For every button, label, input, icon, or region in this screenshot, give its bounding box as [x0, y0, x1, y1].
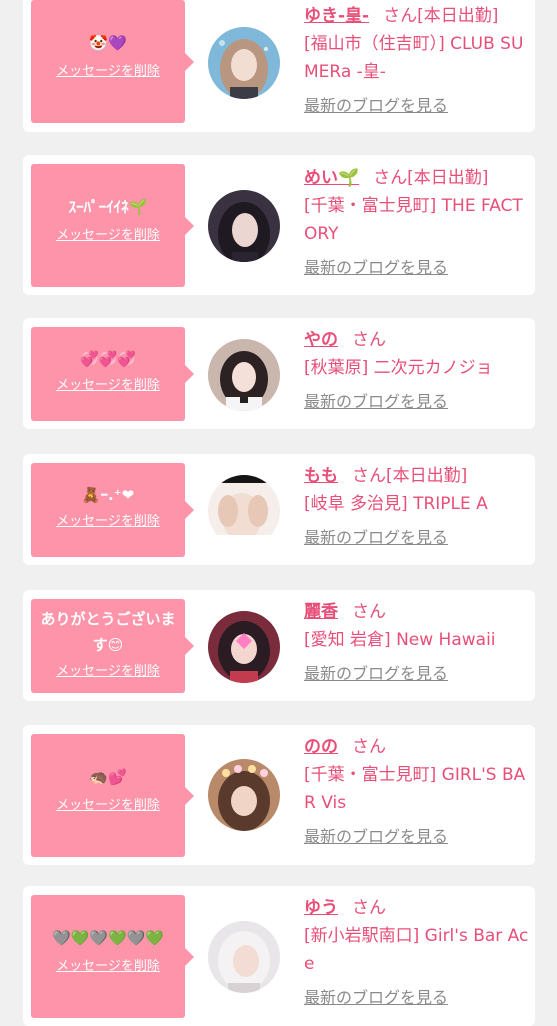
cast-name-link[interactable]: のの	[304, 737, 338, 757]
cast-name-link[interactable]: めい🌱	[304, 168, 359, 188]
message-text: 🦔💕	[89, 768, 127, 786]
message-text: 💞💞💞	[79, 350, 137, 368]
message-card: 🤡💜 メッセージを削除 ゆき-皇- さん[本日出勤] [福山市（住吉町）] CLU…	[23, 0, 535, 132]
message-bubble: 🦔💕 メッセージを削除	[31, 734, 194, 857]
honorific: さん	[383, 6, 418, 26]
avatar-image	[208, 475, 280, 547]
cast-name-link[interactable]: ゆう	[304, 898, 338, 918]
status-label: [本日出勤]	[417, 6, 499, 26]
avatar-image	[208, 339, 280, 411]
cast-name-link[interactable]: ゆき-皇-	[304, 6, 369, 26]
cast-info: やの さん [秋葉原] 二次元カノジョ 最新のブログを見る	[304, 326, 532, 416]
cast-info: もも さん[本日出勤] [岐阜 多治見] TRIPLE A 最新のブログを見る	[304, 462, 532, 552]
delete-message-link[interactable]: メッセージを削除	[31, 955, 185, 974]
shop-name: [秋葉原] 二次元カノジョ	[304, 358, 493, 378]
message-card: 🧸ｰ.⁺❤ メッセージを削除 もも さん[本日出勤] [岐阜 多治見] TRIPL…	[23, 454, 535, 565]
message-card: 🩶💚🩶💚🩶💚 メッセージを削除 ゆう さん [新小岩駅南口] Girl's Bar…	[23, 886, 535, 1026]
cast-info: ゆう さん [新小岩駅南口] Girl's Bar Ace 最新のブログを見る	[304, 894, 532, 1012]
message-text: 🧸ｰ.⁺❤	[81, 486, 135, 504]
message-bubble: ありがとうございます😊 メッセージを削除	[31, 599, 194, 693]
avatar-image	[208, 921, 280, 993]
delete-message-link[interactable]: メッセージを削除	[31, 60, 185, 79]
honorific: さん	[352, 330, 386, 350]
avatar[interactable]	[208, 921, 280, 993]
cast-name-link[interactable]: もも	[304, 466, 338, 486]
avatar-image	[208, 611, 280, 683]
honorific: さん	[352, 898, 386, 918]
shop-name: [新小岩駅南口] Girl's Bar Ace	[304, 926, 529, 974]
honorific: さん	[352, 602, 386, 622]
latest-blog-link[interactable]: 最新のブログを見る	[304, 254, 448, 282]
delete-message-link[interactable]: メッセージを削除	[31, 794, 185, 813]
cast-info: めい🌱 さん[本日出勤] [千葉・富士見町] THE FACTORY 最新のブログ…	[304, 164, 532, 282]
latest-blog-link[interactable]: 最新のブログを見る	[304, 823, 448, 851]
latest-blog-link[interactable]: 最新のブログを見る	[304, 92, 448, 120]
latest-blog-link[interactable]: 最新のブログを見る	[304, 660, 448, 688]
message-card: ｽｰﾊﾟｰｲｲﾈ🌱 メッセージを削除 めい🌱 さん[本日出勤] [千葉・富士見町]…	[23, 155, 535, 295]
avatar[interactable]	[208, 27, 280, 99]
cast-name-link[interactable]: 麗香	[304, 602, 338, 622]
avatar[interactable]	[208, 475, 280, 547]
shop-name: [千葉・富士見町] GIRL'S BAR Vis	[304, 765, 526, 813]
message-bubble: 💞💞💞 メッセージを削除	[31, 327, 194, 421]
delete-message-link[interactable]: メッセージを削除	[31, 224, 185, 243]
message-text: ｽｰﾊﾟｰｲｲﾈ🌱	[68, 198, 148, 216]
message-text: ありがとうございます😊	[40, 610, 176, 654]
avatar[interactable]	[208, 611, 280, 683]
latest-blog-link[interactable]: 最新のブログを見る	[304, 984, 448, 1012]
shop-name: [福山市（住吉町）] CLUB SUMERa -皇-	[304, 34, 524, 82]
message-card: ありがとうございます😊 メッセージを削除 麗香 さん [愛知 岩倉] New Ha…	[23, 590, 535, 701]
cast-name-link[interactable]: やの	[304, 330, 338, 350]
avatar[interactable]	[208, 190, 280, 262]
honorific: さん	[352, 466, 386, 486]
status-label: [本日出勤]	[407, 168, 489, 188]
message-bubble: 🤡💜 メッセージを削除	[31, 0, 194, 123]
message-bubble: ｽｰﾊﾟｰｲｲﾈ🌱 メッセージを削除	[31, 164, 194, 287]
status-label: [本日出勤]	[386, 466, 468, 486]
message-card: 💞💞💞 メッセージを削除 やの さん [秋葉原] 二次元カノジョ 最新のブログを見…	[23, 318, 535, 429]
avatar-image	[208, 27, 280, 99]
delete-message-link[interactable]: メッセージを削除	[31, 374, 185, 393]
cast-info: 麗香 さん [愛知 岩倉] New Hawaii 最新のブログを見る	[304, 598, 532, 688]
shop-name: [愛知 岩倉] New Hawaii	[304, 630, 496, 650]
message-card: 🦔💕 メッセージを削除 のの さん [千葉・富士見町] GIRL'S BAR Vi…	[23, 725, 535, 865]
cast-info: のの さん [千葉・富士見町] GIRL'S BAR Vis 最新のブログを見る	[304, 733, 532, 851]
shop-name: [岐阜 多治見] TRIPLE A	[304, 494, 488, 514]
latest-blog-link[interactable]: 最新のブログを見る	[304, 388, 448, 416]
avatar[interactable]	[208, 339, 280, 411]
honorific: さん	[352, 737, 386, 757]
honorific: さん	[373, 168, 408, 188]
delete-message-link[interactable]: メッセージを削除	[31, 510, 185, 529]
avatar-image	[208, 190, 280, 262]
message-text: 🩶💚🩶💚🩶💚	[51, 929, 165, 947]
avatar-image	[208, 759, 280, 831]
latest-blog-link[interactable]: 最新のブログを見る	[304, 524, 448, 552]
delete-message-link[interactable]: メッセージを削除	[31, 660, 185, 679]
cast-info: ゆき-皇- さん[本日出勤] [福山市（住吉町）] CLUB SUMERa -皇-…	[304, 2, 532, 120]
shop-name: [千葉・富士見町] THE FACTORY	[304, 196, 523, 244]
message-bubble: 🧸ｰ.⁺❤ メッセージを削除	[31, 463, 194, 557]
message-text: 🤡💜	[89, 34, 127, 52]
avatar[interactable]	[208, 759, 280, 831]
